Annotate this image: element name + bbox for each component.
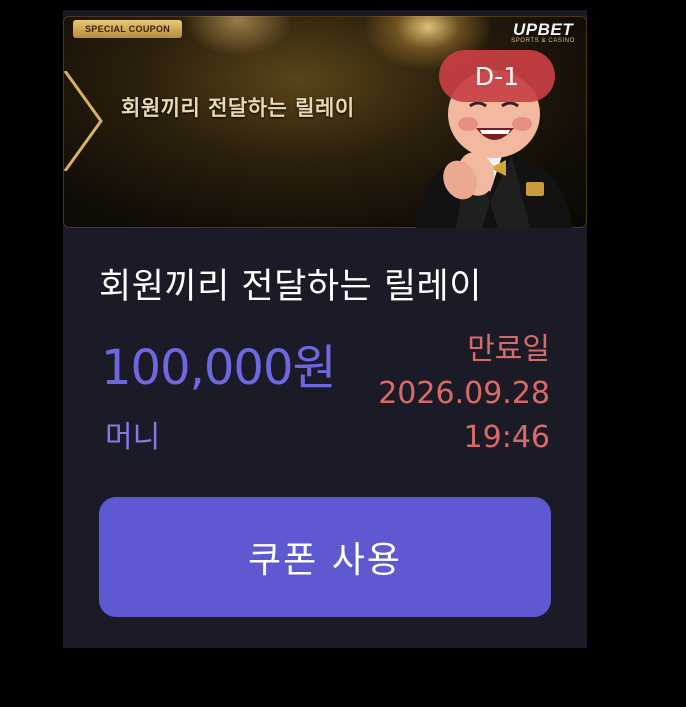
coupon-card: SPECIAL COUPON UPBET SPORTS & CASINO 회원끼…: [63, 10, 587, 648]
banner-title: 회원끼리 전달하는 릴레이: [121, 96, 355, 120]
brand-subtitle: SPORTS & CASINO: [511, 38, 575, 44]
coupon-amount: 100,000원: [101, 340, 337, 396]
coupon-title: 회원끼리 전달하는 릴레이: [99, 267, 482, 307]
brand-logo: UPBET SPORTS & CASINO: [511, 20, 575, 44]
chandelier-light: [183, 16, 293, 56]
currency-type: 머니: [105, 420, 161, 455]
expiry-info: 만료일 2026.09.28 19:46: [378, 328, 550, 460]
expiry-date: 2026.09.28: [378, 376, 550, 411]
use-coupon-button[interactable]: 쿠폰 사용: [99, 497, 551, 617]
d-day-badge: D-1: [439, 50, 555, 102]
expiry-time: 19:46: [463, 420, 550, 455]
special-coupon-tag: SPECIAL COUPON: [73, 20, 183, 38]
expiry-label: 만료일: [467, 332, 550, 367]
brand-name: UPBET: [512, 20, 574, 39]
coupon-banner: SPECIAL COUPON UPBET SPORTS & CASINO 회원끼…: [63, 16, 587, 228]
chevron-right-icon: [63, 71, 103, 171]
